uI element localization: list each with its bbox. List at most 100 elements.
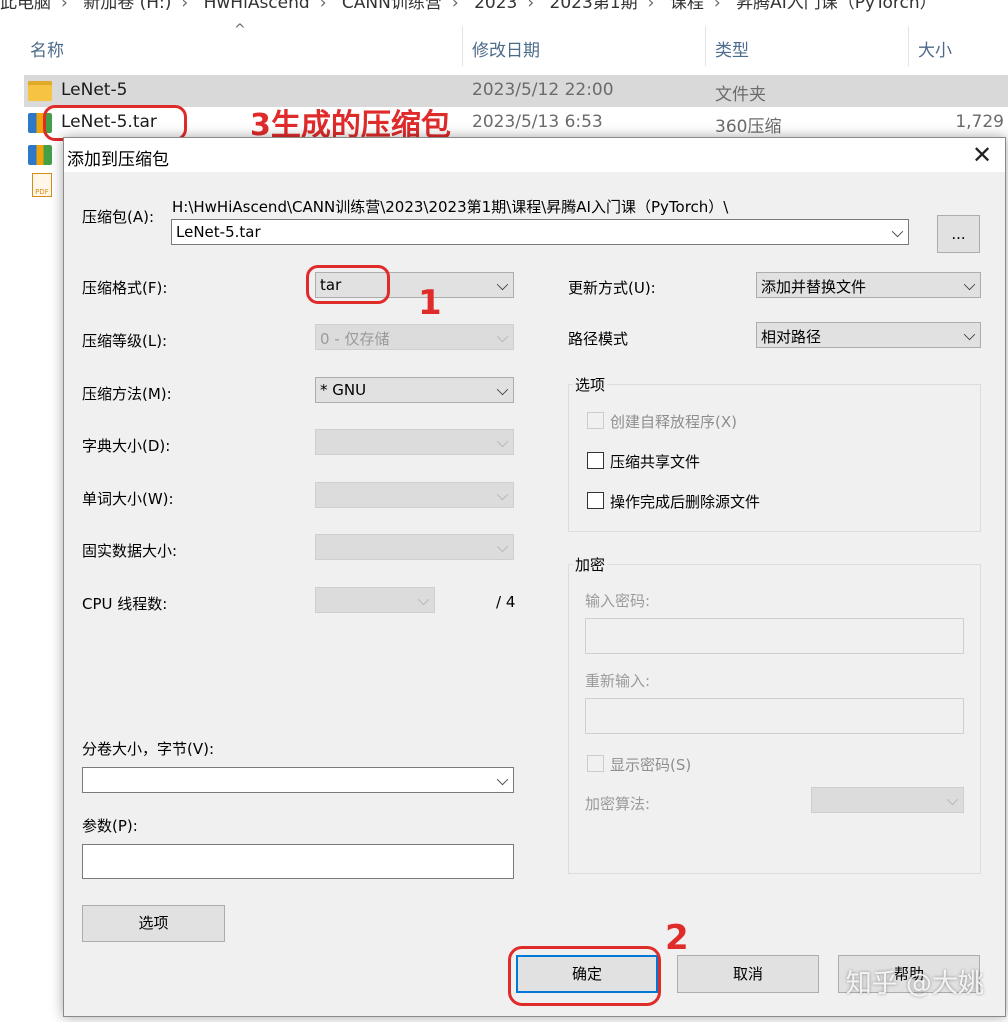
chevron-down-icon[interactable] xyxy=(496,278,509,291)
delete-after-label: 操作完成后删除源文件 xyxy=(610,493,761,511)
reenter-password-label: 重新输入: xyxy=(585,672,651,690)
file-type: 360压缩 xyxy=(715,117,782,137)
word-size-label: 单词大小(W): xyxy=(82,490,174,508)
chevron-down-icon xyxy=(496,330,509,343)
sort-ascending-icon: ^ xyxy=(234,22,246,38)
chevron-down-icon xyxy=(946,793,959,806)
chevron-down-icon[interactable] xyxy=(891,225,904,238)
word-size-select[interactable] xyxy=(315,482,514,508)
format-label: 压缩格式(F): xyxy=(82,279,168,297)
password-input[interactable] xyxy=(585,618,964,654)
chevron-right-icon: › xyxy=(647,0,655,12)
archive-label: 压缩包(A): xyxy=(82,208,155,226)
shared-files-label: 压缩共享文件 xyxy=(610,453,701,471)
dialog-title: 添加到压缩包 xyxy=(67,150,169,170)
annotation-label-1: 1 xyxy=(418,283,442,323)
path-mode-select[interactable]: 相对路径 xyxy=(756,322,981,348)
dialog-titlebar[interactable]: 添加到压缩包 ✕ xyxy=(64,138,1005,172)
annotation-circle-ok xyxy=(508,946,661,1006)
column-header-size[interactable]: 大小 xyxy=(918,36,952,61)
file-date: 2023/5/13 6:53 xyxy=(472,112,603,132)
chevron-down-icon[interactable] xyxy=(496,773,509,786)
column-header-name[interactable]: 名称 xyxy=(30,36,64,61)
chevron-right-icon: › xyxy=(713,0,721,12)
close-icon[interactable]: ✕ xyxy=(967,142,997,168)
chevron-down-icon[interactable] xyxy=(496,383,509,396)
annotation-circle-tar xyxy=(43,105,187,141)
path-mode-value: 相对路径 xyxy=(761,328,822,346)
encryption-method-select[interactable] xyxy=(811,787,964,813)
chevron-down-icon xyxy=(496,540,509,553)
password-label: 输入密码: xyxy=(585,592,651,610)
chevron-right-icon: › xyxy=(181,0,189,12)
params-label: 参数(P): xyxy=(82,817,138,835)
shared-files-checkbox[interactable] xyxy=(587,452,604,469)
params-input[interactable] xyxy=(82,844,514,879)
cpu-threads-select[interactable] xyxy=(315,587,435,613)
breadcrumb[interactable]: 此电脑 › 新加卷 (H:) › HwHiAscend › CANN训练营 › 2023… xyxy=(0,0,1008,12)
chevron-right-icon: › xyxy=(527,0,535,12)
update-mode-select[interactable]: 添加并替换文件 xyxy=(756,272,981,298)
method-label: 压缩方法(M): xyxy=(82,385,172,403)
archive-path: H:\HwHiAscend\CANN训练营\2023\2023第1期\课程\昇腾… xyxy=(172,198,729,216)
file-type: 文件夹 xyxy=(715,85,766,105)
breadcrumb-item[interactable]: 此电脑 xyxy=(0,0,51,12)
breadcrumb-item[interactable]: 昇腾AI入门课（PyTorch） xyxy=(736,0,937,12)
chevron-right-icon: › xyxy=(319,0,327,12)
file-row-lenet5-folder[interactable]: LeNet-5 2023/5/12 22:00 文件夹 xyxy=(24,75,1008,107)
breadcrumb-item[interactable]: 课程 xyxy=(670,0,704,12)
sfx-label: 创建自释放程序(X) xyxy=(610,413,737,431)
breadcrumb-item[interactable]: 新加卷 (H:) xyxy=(83,0,171,12)
cancel-button[interactable]: 取消 xyxy=(677,955,819,993)
annotation-label-2: 2 xyxy=(665,918,689,958)
folder-icon xyxy=(28,81,52,101)
solid-size-select[interactable] xyxy=(315,534,514,560)
sfx-checkbox[interactable] xyxy=(587,412,604,429)
breadcrumb-item[interactable]: 2023 xyxy=(474,0,517,12)
chevron-down-icon xyxy=(496,435,509,448)
breadcrumb-item[interactable]: HwHiAscend xyxy=(204,0,310,12)
dict-size-label: 字典大小(D): xyxy=(82,437,171,455)
chevron-right-icon: › xyxy=(451,0,459,12)
cpu-threads-label: CPU 线程数: xyxy=(82,595,168,613)
options-button[interactable]: 选项 xyxy=(82,905,225,942)
show-password-checkbox[interactable] xyxy=(587,755,604,772)
file-size: 1,729 xyxy=(955,112,1004,132)
column-header-date[interactable]: 修改日期 xyxy=(472,36,540,61)
chevron-down-icon xyxy=(496,488,509,501)
encryption-method-label: 加密算法: xyxy=(585,795,651,813)
column-divider[interactable] xyxy=(908,26,909,66)
column-divider[interactable] xyxy=(462,26,463,66)
pdf-file-icon: PDF xyxy=(32,173,52,197)
browse-button[interactable]: ... xyxy=(937,215,980,253)
method-select[interactable]: * GNU xyxy=(315,377,514,403)
file-date: 2023/5/12 22:00 xyxy=(472,80,614,100)
breadcrumb-item[interactable]: 2023第1期 xyxy=(550,0,638,12)
column-divider[interactable] xyxy=(705,26,706,66)
column-header-type[interactable]: 类型 xyxy=(715,36,749,61)
show-password-label: 显示密码(S) xyxy=(610,756,692,774)
chevron-down-icon[interactable] xyxy=(963,328,976,341)
encryption-group-title: 加密 xyxy=(573,554,608,575)
dict-size-select[interactable] xyxy=(315,429,514,455)
method-value: * GNU xyxy=(320,381,367,399)
level-value: 0 - 仅存储 xyxy=(320,330,390,348)
add-to-archive-dialog: 添加到压缩包 ✕ 压缩包(A): H:\HwHiAscend\CANN训练营\2… xyxy=(63,137,1006,1017)
breadcrumb-item[interactable]: CANN训练营 xyxy=(342,0,442,12)
delete-after-checkbox[interactable] xyxy=(587,492,604,509)
volume-size-combo[interactable] xyxy=(82,767,514,793)
archive-name-value: LeNet-5.tar xyxy=(176,223,261,241)
level-select[interactable]: 0 - 仅存储 xyxy=(315,324,514,350)
chevron-down-icon[interactable] xyxy=(963,278,976,291)
cpu-threads-total: / 4 xyxy=(496,593,516,611)
level-label: 压缩等级(L): xyxy=(82,332,168,350)
reenter-password-input[interactable] xyxy=(585,698,964,734)
path-mode-label: 路径模式 xyxy=(568,330,629,348)
archive-name-combo[interactable]: LeNet-5.tar xyxy=(171,219,909,245)
annotation-circle-format xyxy=(306,265,390,304)
chevron-down-icon xyxy=(417,593,430,606)
options-group-title: 选项 xyxy=(573,374,608,395)
chevron-right-icon: › xyxy=(61,0,68,12)
file-name: LeNet-5 xyxy=(61,80,128,100)
watermark: 知乎 @大姚 xyxy=(845,969,984,999)
